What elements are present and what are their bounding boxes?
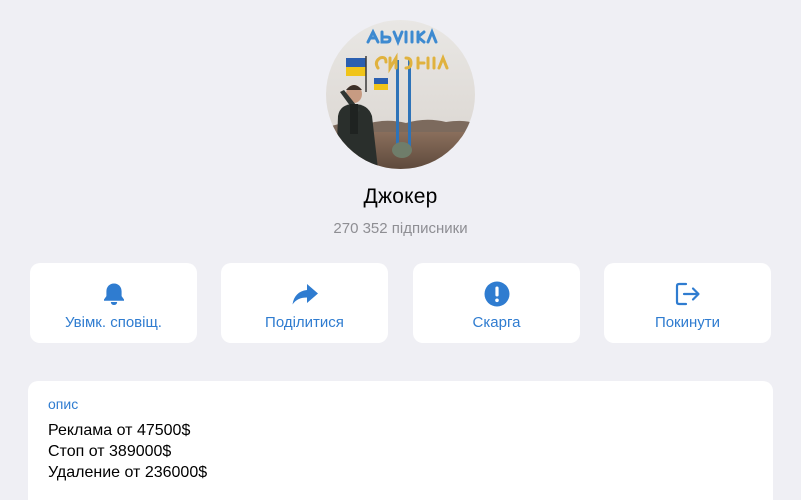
- share-arrow-icon: [221, 280, 388, 308]
- report-label: Скарга: [472, 314, 521, 331]
- channel-name: Джокер: [363, 185, 438, 208]
- exclamation-circle-icon: [413, 280, 580, 308]
- description-card: опис Реклама от 47500$ Стоп от 389000$ У…: [28, 381, 773, 500]
- channel-actions: Увімк. сповіщ. Поділитися Скарга Покинут…: [30, 263, 771, 343]
- leave-icon: [604, 280, 771, 308]
- channel-avatar[interactable]: [326, 20, 475, 169]
- avatar-photo-icon: [326, 20, 475, 169]
- share-button[interactable]: Поділитися: [221, 263, 388, 343]
- description-text[interactable]: Реклама от 47500$ Стоп от 389000$ Удален…: [48, 420, 207, 483]
- channel-info-page: Джокер 270 352 підписники Увімк. сповіщ.…: [0, 0, 801, 500]
- description-heading: опис: [48, 396, 79, 412]
- description-line: Стоп от 389000$: [48, 443, 172, 460]
- bell-icon: [30, 280, 197, 308]
- share-label: Поділитися: [265, 314, 344, 331]
- report-button[interactable]: Скарга: [413, 263, 580, 343]
- unmute-notifications-label: Увімк. сповіщ.: [65, 314, 162, 331]
- leave-channel-button[interactable]: Покинути: [604, 263, 771, 343]
- leave-channel-label: Покинути: [654, 314, 721, 331]
- description-line: Удаление от 236000$: [48, 464, 208, 481]
- unmute-notifications-button[interactable]: Увімк. сповіщ.: [30, 263, 197, 343]
- description-line: Реклама от 47500$: [48, 422, 191, 439]
- subscriber-count: 270 352 підписники: [333, 220, 468, 237]
